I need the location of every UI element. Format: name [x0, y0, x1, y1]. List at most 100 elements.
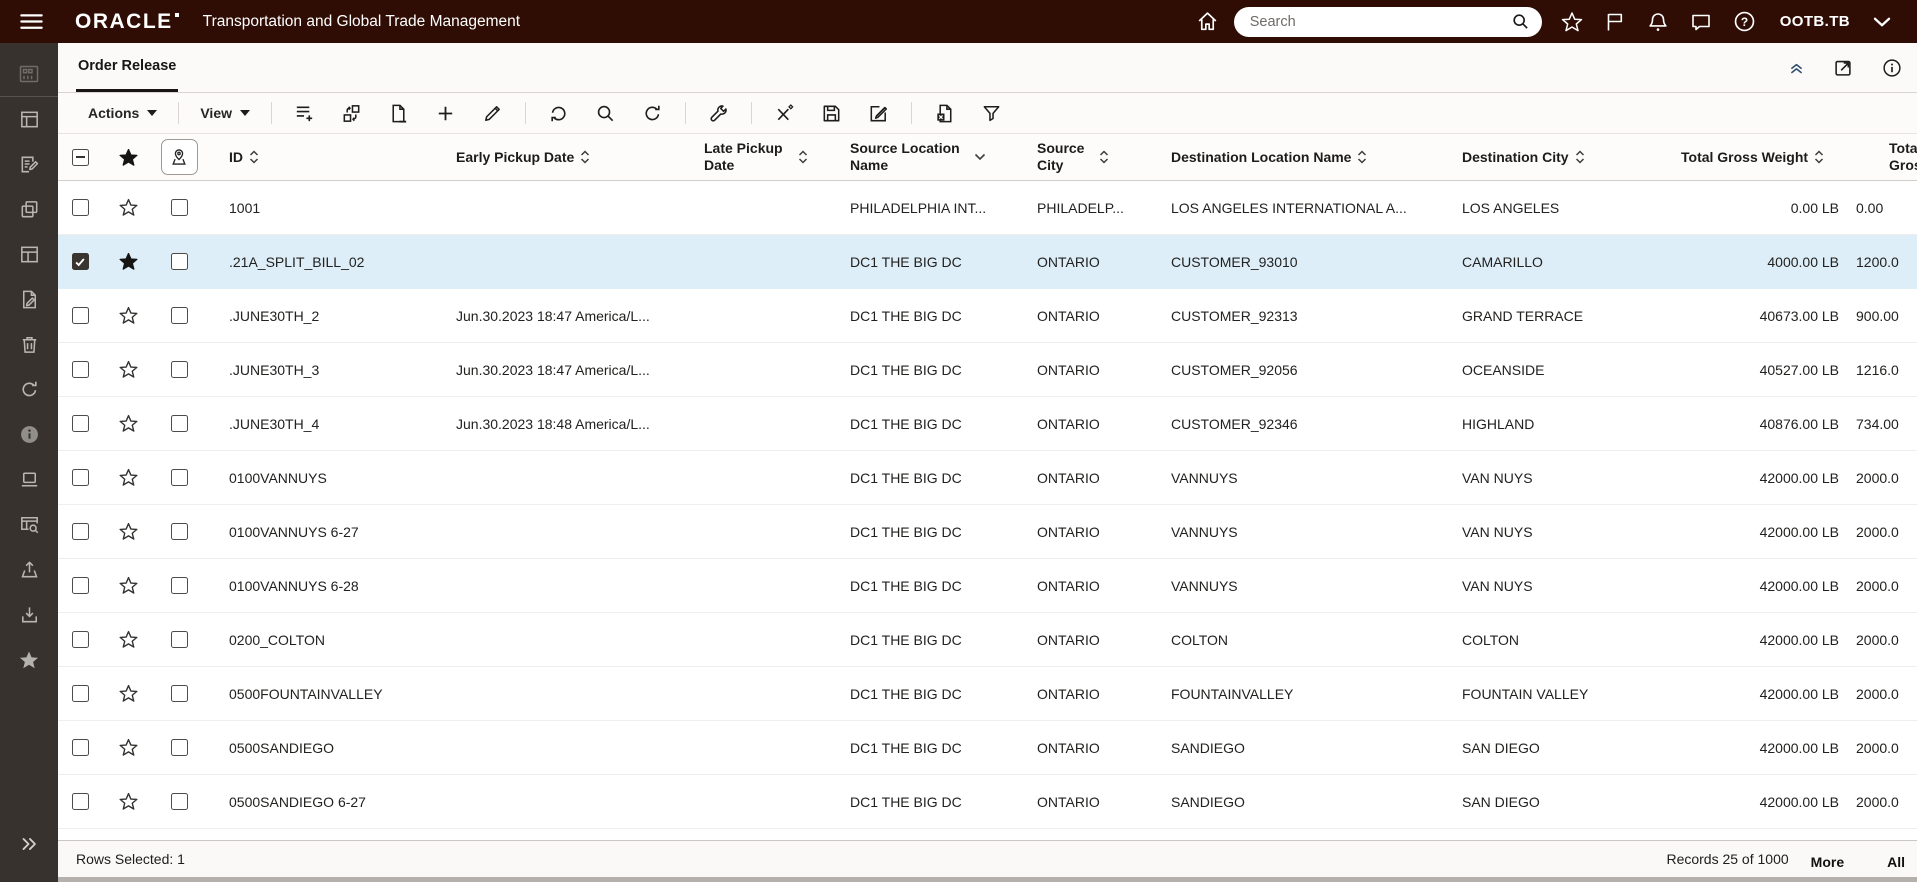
column-header-destination-location-name[interactable]: Destination Location Name [1171, 149, 1462, 165]
cell-id[interactable]: 0200_COLTON [204, 632, 456, 648]
table-row[interactable]: .21A_SPLIT_BILL_02 DC1 THE BIG DC ONTARI… [58, 235, 1917, 289]
column-header-destination-city[interactable]: Destination City [1462, 149, 1681, 165]
cell-id[interactable]: 1001 [204, 200, 456, 216]
favorites-star-icon[interactable] [0, 637, 58, 682]
row-select-checkbox[interactable] [71, 415, 89, 432]
favorites-icon[interactable] [1560, 10, 1584, 34]
export-excel-icon[interactable] [921, 98, 968, 128]
row-favorite-star[interactable] [118, 629, 139, 650]
sort-icon[interactable] [1357, 149, 1367, 165]
more-button[interactable]: More [1811, 854, 1844, 870]
cell-id[interactable]: 0500FOUNTAINVALLEY [204, 686, 456, 702]
search-icon[interactable] [1510, 11, 1531, 32]
user-badge[interactable]: OOTB.TB [1780, 13, 1850, 30]
row-favorite-star[interactable] [118, 251, 139, 272]
row-flag-checkbox[interactable] [170, 631, 188, 648]
add-to-list-icon[interactable] [281, 98, 328, 128]
row-select-checkbox[interactable] [71, 361, 89, 378]
global-search[interactable] [1233, 6, 1542, 37]
table-row[interactable]: .JUNE30TH_2 Jun.30.2023 18:47 America/L.… [58, 289, 1917, 343]
row-favorite-star[interactable] [118, 683, 139, 704]
cell-id[interactable]: 0500SANDIEGO 6-27 [204, 794, 456, 810]
row-flag-checkbox[interactable] [170, 307, 188, 324]
select-all-checkbox[interactable] [71, 148, 89, 166]
sort-icon[interactable] [580, 149, 590, 165]
sort-icon[interactable] [1099, 149, 1109, 165]
column-header-late-pickup-date[interactable]: Late Pickup Date [704, 140, 850, 173]
collapse-icon[interactable] [1788, 59, 1805, 76]
row-flag-checkbox[interactable] [170, 523, 188, 540]
cell-id[interactable]: 0100VANNUYS 6-27 [204, 524, 456, 540]
row-flag-checkbox[interactable] [170, 793, 188, 810]
row-flag-checkbox[interactable] [170, 199, 188, 216]
row-favorite-star[interactable] [118, 521, 139, 542]
reorder-icon[interactable] [328, 98, 375, 128]
row-flag-checkbox[interactable] [170, 685, 188, 702]
row-flag-checkbox[interactable] [170, 361, 188, 378]
upload-icon[interactable] [0, 547, 58, 592]
row-flag-checkbox[interactable] [170, 415, 188, 432]
refresh-cw-icon[interactable] [629, 98, 676, 128]
row-favorite-star[interactable] [118, 413, 139, 434]
cell-id[interactable]: 0100VANNUYS [204, 470, 456, 486]
sort-icon[interactable] [249, 149, 259, 165]
table-row[interactable]: 0500SANDIEGO 6-27 DC1 THE BIG DC ONTARIO… [58, 775, 1917, 829]
delete-icon[interactable] [0, 322, 58, 367]
row-select-checkbox[interactable] [71, 631, 89, 648]
row-select-checkbox[interactable] [71, 469, 89, 486]
copy-icon[interactable] [0, 187, 58, 232]
refresh-ccw-icon[interactable] [535, 98, 582, 128]
edit-icon[interactable] [469, 98, 516, 128]
row-select-checkbox[interactable] [71, 577, 89, 594]
edit-note-icon[interactable] [855, 98, 902, 128]
menu-icon[interactable] [18, 8, 45, 35]
sort-icon[interactable] [798, 149, 808, 165]
cell-id[interactable]: .JUNE30TH_2 [204, 308, 456, 324]
cell-id[interactable]: .21A_SPLIT_BILL_02 [204, 254, 456, 270]
column-header-source-location-name[interactable]: Source Location Name [850, 140, 1037, 173]
row-favorite-star[interactable] [118, 791, 139, 812]
row-select-checkbox[interactable] [71, 253, 89, 270]
table-layout-icon[interactable] [0, 97, 58, 142]
table-row[interactable]: 0100VANNUYS 6-28 DC1 THE BIG DC ONTARIO … [58, 559, 1917, 613]
laptop-icon[interactable] [0, 457, 58, 502]
row-favorite-star[interactable] [118, 359, 139, 380]
row-flag-checkbox[interactable] [170, 469, 188, 486]
user-menu-chevron-icon[interactable] [1869, 9, 1895, 35]
unassign-icon[interactable] [761, 98, 808, 128]
expand-icon[interactable] [0, 821, 58, 866]
cell-id[interactable]: 0100VANNUYS 6-28 [204, 578, 456, 594]
file-edit-icon[interactable] [0, 277, 58, 322]
row-favorite-star[interactable] [118, 467, 139, 488]
row-favorite-star[interactable] [118, 305, 139, 326]
save-icon[interactable] [808, 98, 855, 128]
cell-id[interactable]: .JUNE30TH_4 [204, 416, 456, 432]
row-select-checkbox[interactable] [71, 523, 89, 540]
refresh-icon[interactable] [0, 367, 58, 412]
sort-down-icon[interactable] [974, 153, 986, 161]
table-row[interactable]: 0100VANNUYS DC1 THE BIG DC ONTARIO VANNU… [58, 451, 1917, 505]
panel-layout-icon[interactable] [0, 232, 58, 277]
column-header-source-city[interactable]: Source City [1037, 140, 1171, 173]
row-select-checkbox[interactable] [71, 199, 89, 216]
notifications-icon[interactable] [1646, 10, 1670, 34]
add-icon[interactable] [422, 98, 469, 128]
row-select-checkbox[interactable] [71, 739, 89, 756]
row-select-checkbox[interactable] [71, 685, 89, 702]
row-flag-checkbox[interactable] [170, 577, 188, 594]
sort-icon[interactable] [1575, 149, 1585, 165]
favorite-column-header-star-icon[interactable] [118, 147, 139, 168]
tools-icon[interactable] [695, 98, 742, 128]
table-row[interactable]: .JUNE30TH_4 Jun.30.2023 18:48 America/L.… [58, 397, 1917, 451]
row-favorite-star[interactable] [118, 737, 139, 758]
search-input[interactable] [1249, 13, 1510, 30]
view-menu-button[interactable]: View [188, 105, 262, 121]
row-flag-checkbox[interactable] [170, 253, 188, 270]
table-search-icon[interactable] [0, 502, 58, 547]
info-icon[interactable] [0, 412, 58, 457]
table-row[interactable]: 0500SANDIEGO DC1 THE BIG DC ONTARIO SAND… [58, 721, 1917, 775]
column-header-total-gross-clipped[interactable]: Total Gross [1846, 140, 1917, 173]
open-in-new-window-icon[interactable] [1832, 57, 1854, 79]
row-favorite-star[interactable] [118, 197, 139, 218]
table-row[interactable]: 0100VANNUYS 6-27 DC1 THE BIG DC ONTARIO … [58, 505, 1917, 559]
